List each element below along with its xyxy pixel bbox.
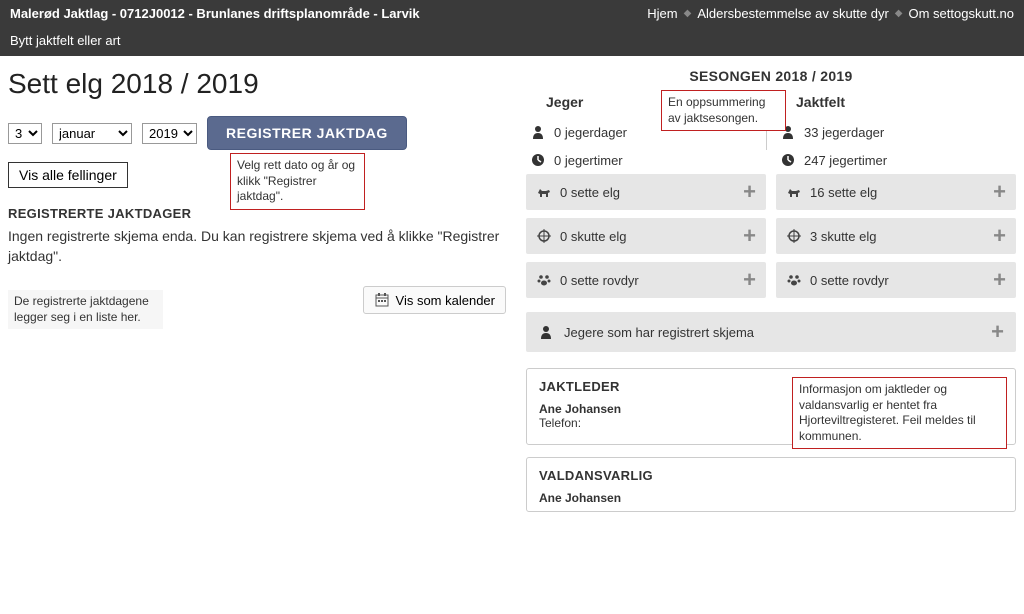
- clock-icon: [780, 152, 796, 168]
- date-annotation-text: Velg rett dato og år og klikk "Registrer…: [237, 158, 355, 203]
- jaktfelt-predator-row[interactable]: 0 sette rovdyr +: [776, 262, 1016, 298]
- plus-icon[interactable]: +: [993, 229, 1006, 243]
- show-all-kills-button[interactable]: Vis alle fellinger: [8, 162, 128, 188]
- jeger-seen-elk-row[interactable]: 0 sette elg +: [526, 174, 766, 210]
- list-annotation-text: De registrerte jaktdagene legger seg i e…: [14, 294, 149, 324]
- empty-state-text: Ingen registrerte skjema enda. Du kan re…: [8, 227, 506, 266]
- calendar-button-label: Vis som kalender: [396, 293, 495, 308]
- paw-icon: [536, 272, 552, 288]
- jeger-shot-elk-value: 0 skutte elg: [560, 229, 627, 244]
- switch-field-link[interactable]: Bytt jaktfelt eller art: [10, 33, 121, 48]
- elk-icon: [786, 184, 802, 200]
- vald-title: VALDANSVARLIG: [539, 468, 1003, 483]
- nav-separator: ◆: [895, 8, 903, 19]
- summary-annotation: En oppsummering av jaktsesongen.: [661, 90, 786, 131]
- calendar-icon: [374, 292, 390, 308]
- vald-name: Ane Johansen: [539, 491, 1003, 505]
- season-title: SESONGEN 2018 / 2019: [526, 68, 1016, 84]
- date-annotation: Velg rett dato og år og klikk "Registrer…: [230, 153, 365, 210]
- registered-hunters-label: Jegere som har registrert skjema: [564, 325, 754, 340]
- hunt-leader-card: JAKTLEDER Ane Johansen Telefon: Informas…: [526, 368, 1016, 445]
- person-icon: [538, 324, 554, 340]
- jaktfelt-predator-value: 0 sette rovdyr: [810, 273, 889, 288]
- stats-columns: En oppsummering av jaktsesongen. Jeger 0…: [526, 94, 1016, 306]
- summary-annotation-text: En oppsummering av jaktsesongen.: [668, 95, 765, 125]
- plus-icon[interactable]: +: [743, 185, 756, 199]
- jeger-shot-elk-row[interactable]: 0 skutte elg +: [526, 218, 766, 254]
- crosshair-icon: [536, 228, 552, 244]
- jaktfelt-heading: Jaktfelt: [776, 94, 1016, 110]
- page-title: Sett elg 2018 / 2019: [8, 68, 506, 100]
- sub-bar: Bytt jaktfelt eller art: [0, 27, 1024, 56]
- person-icon: [530, 124, 546, 140]
- jaktfelt-hours-row: 247 jegertimer: [776, 146, 1016, 174]
- vald-responsible-card: VALDANSVARLIG Ane Johansen: [526, 457, 1016, 512]
- jaktfelt-hours-value: 247 jegertimer: [804, 153, 887, 168]
- jeger-hours-row: 0 jegertimer: [526, 146, 766, 174]
- registered-hunters-row[interactable]: Jegere som har registrert skjema +: [526, 312, 1016, 352]
- plus-icon[interactable]: +: [991, 325, 1004, 339]
- jeger-predator-row[interactable]: 0 sette rovdyr +: [526, 262, 766, 298]
- context-title: Malerød Jaktlag - 0712J0012 - Brunlanes …: [0, 0, 430, 27]
- list-annotation: De registrerte jaktdagene legger seg i e…: [8, 290, 163, 329]
- jeger-hours-value: 0 jegertimer: [554, 153, 623, 168]
- register-hunting-day-button[interactable]: REGISTRER JAKTDAG: [207, 116, 407, 150]
- top-bar: Malerød Jaktlag - 0712J0012 - Brunlanes …: [0, 0, 1024, 27]
- nav-age-determination[interactable]: Aldersbestemmelse av skutte dyr: [697, 6, 888, 21]
- plus-icon[interactable]: +: [743, 229, 756, 243]
- jaktfelt-shot-elk-value: 3 skutte elg: [810, 229, 877, 244]
- jaktfelt-days-value: 33 jegerdager: [804, 125, 884, 140]
- leader-annotation: Informasjon om jaktleder og valdansvarli…: [792, 377, 1007, 449]
- clock-icon: [530, 152, 546, 168]
- jeger-seen-elk-value: 0 sette elg: [560, 185, 620, 200]
- jaktfelt-days-row: 33 jegerdager: [776, 118, 1016, 146]
- jaktfelt-column: Jaktfelt 33 jegerdager 247 jegertimer 16…: [776, 94, 1016, 306]
- paw-icon: [786, 272, 802, 288]
- elk-icon: [536, 184, 552, 200]
- day-select[interactable]: 3: [8, 123, 42, 144]
- jeger-predator-value: 0 sette rovdyr: [560, 273, 639, 288]
- month-select[interactable]: januar: [52, 123, 132, 144]
- nav-separator: ◆: [684, 8, 692, 19]
- jeger-days-value: 0 jegerdager: [554, 125, 627, 140]
- top-nav: Hjem ◆ Aldersbestemmelse av skutte dyr ◆…: [637, 0, 1024, 27]
- jaktfelt-seen-elk-value: 16 sette elg: [810, 185, 877, 200]
- view-as-calendar-button[interactable]: Vis som kalender: [363, 286, 506, 314]
- nav-about[interactable]: Om settogskutt.no: [909, 6, 1015, 21]
- year-select[interactable]: 2019: [142, 123, 197, 144]
- plus-icon[interactable]: +: [993, 273, 1006, 287]
- nav-home[interactable]: Hjem: [647, 6, 677, 21]
- plus-icon[interactable]: +: [743, 273, 756, 287]
- leader-annotation-text: Informasjon om jaktleder og valdansvarli…: [799, 382, 976, 443]
- date-selector-row: 3 januar 2019 REGISTRER JAKTDAG: [8, 116, 506, 150]
- plus-icon[interactable]: +: [993, 185, 1006, 199]
- jaktfelt-shot-elk-row[interactable]: 3 skutte elg +: [776, 218, 1016, 254]
- crosshair-icon: [786, 228, 802, 244]
- jaktfelt-seen-elk-row[interactable]: 16 sette elg +: [776, 174, 1016, 210]
